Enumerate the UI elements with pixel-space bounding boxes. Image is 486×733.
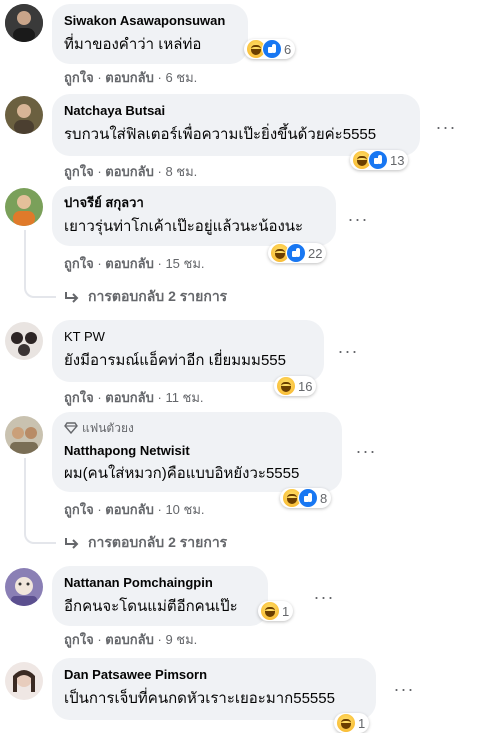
reaction-count: 22	[308, 245, 323, 261]
commenter-name[interactable]: ปาจรีย์ สกุลวา	[64, 194, 324, 211]
like-reaction-icon	[286, 243, 306, 263]
haha-reaction-icon	[276, 376, 296, 396]
comment-bubble: Natchaya Butsai รบกวนใส่ฟิลเตอร์เพื่อควา…	[52, 94, 420, 156]
comment-actions: ถูกใจ · ตอบกลับ · 11 ชม.	[64, 390, 204, 405]
commenter-name[interactable]: Nattanan Pomchaingpin	[64, 574, 256, 591]
avatar-photo	[5, 96, 43, 134]
reaction-summary[interactable]: 13	[350, 150, 409, 170]
comment-bubble: แฟนตัวยง Natthapong Netwisit ผม(คนใส่หมว…	[52, 412, 342, 492]
replies-count-label: การตอบกลับ 2 รายการ	[88, 534, 228, 550]
commenter-name[interactable]: Dan Patsawee Pimsorn	[64, 666, 364, 683]
comment-text: ยังมีอารมณ์แอ็คท่าอีก เยี่ยมมม555	[64, 352, 286, 369]
comment-text: อีกคนจะโดนแม่ตีอีกคนเป๊ะ	[64, 598, 238, 615]
more-options-icon[interactable]: ···	[336, 342, 360, 364]
reply-link[interactable]: ตอบกลับ	[105, 70, 154, 85]
like-reaction-icon	[368, 150, 388, 170]
comment-actions: ถูกใจ · ตอบกลับ · 6 ชม.	[64, 70, 198, 85]
view-replies-button[interactable]: การตอบกลับ 2 รายการ	[64, 532, 227, 554]
reaction-count: 1	[282, 603, 290, 619]
commenter-name[interactable]: Natthapong Netwisit	[64, 442, 330, 459]
haha-reaction-icon	[336, 713, 356, 733]
like-reaction-icon	[298, 488, 318, 508]
diamond-badge-icon	[64, 422, 78, 434]
reaction-summary[interactable]: 8	[280, 488, 332, 508]
badge-label: แฟนตัวยง	[82, 421, 134, 435]
reply-link[interactable]: ตอบกลับ	[105, 164, 154, 179]
replies-count-label: การตอบกลับ 2 รายการ	[88, 288, 228, 304]
more-options-icon[interactable]: ···	[312, 588, 336, 610]
comment-bubble: Siwakon Asawaponsuwan ที่มาของคำว่า เหล่…	[52, 4, 248, 64]
like-link[interactable]: ถูกใจ	[64, 502, 94, 517]
comment-text: รบกวนใส่ฟิลเตอร์เพื่อความเป๊ะยิ่งขึ้นด้ว…	[64, 126, 377, 143]
reply-link[interactable]: ตอบกลับ	[105, 632, 154, 647]
thread-line	[24, 230, 56, 298]
view-replies-button[interactable]: การตอบกลับ 2 รายการ	[64, 286, 227, 308]
avatar[interactable]	[5, 416, 43, 454]
reply-link[interactable]: ตอบกลับ	[105, 390, 154, 405]
comment-actions: ถูกใจ · ตอบกลับ · 8 ชม.	[64, 164, 198, 179]
timestamp[interactable]: 10 ชม.	[165, 502, 204, 517]
like-link[interactable]: ถูกใจ	[64, 164, 94, 179]
comment-text: ที่มาของคำว่า เหล่ท่อ	[64, 36, 202, 53]
commenter-name[interactable]: KT PW	[64, 328, 312, 345]
like-link[interactable]: ถูกใจ	[64, 390, 94, 405]
reaction-summary[interactable]: 22	[268, 243, 327, 263]
avatar-photo	[5, 416, 43, 454]
reaction-summary[interactable]: 1	[258, 601, 294, 621]
like-link[interactable]: ถูกใจ	[64, 256, 94, 271]
reaction-count: 1	[358, 715, 366, 731]
avatar-photo	[5, 4, 43, 42]
avatar[interactable]	[5, 322, 43, 360]
reaction-count: 13	[390, 152, 405, 168]
reaction-summary[interactable]: 6	[244, 39, 296, 59]
avatar-photo	[5, 322, 43, 360]
reply-arrow-icon	[65, 538, 79, 549]
reaction-count: 8	[320, 490, 328, 506]
timestamp[interactable]: 8 ชม.	[165, 164, 197, 179]
avatar[interactable]	[5, 568, 43, 606]
reply-link[interactable]: ตอบกลับ	[105, 502, 154, 517]
more-options-icon[interactable]: ···	[354, 442, 378, 464]
comment-actions: ถูกใจ · ตอบกลับ · 10 ชม.	[64, 502, 205, 517]
more-options-icon[interactable]: ···	[346, 210, 370, 232]
comment-actions: ถูกใจ · ตอบกลับ · 9 ชม.	[64, 632, 198, 647]
timestamp[interactable]: 6 ชม.	[165, 70, 197, 85]
timestamp[interactable]: 15 ชม.	[165, 256, 204, 271]
comment-text: เยาวรุ่นท่าโกเค้าเป๊ะอยู่แล้วนะน้องนะ	[64, 218, 304, 235]
timestamp[interactable]: 9 ชม.	[165, 632, 197, 647]
commenter-name[interactable]: Siwakon Asawaponsuwan	[64, 12, 236, 29]
like-link[interactable]: ถูกใจ	[64, 632, 94, 647]
reaction-summary[interactable]: 1	[334, 713, 370, 733]
avatar[interactable]	[5, 662, 43, 700]
comment-bubble: ปาจรีย์ สกุลวา เยาวรุ่นท่าโกเค้าเป๊ะอยู่…	[52, 186, 336, 246]
comment-bubble: KT PW ยังมีอารมณ์แอ็คท่าอีก เยี่ยมมม555	[52, 320, 324, 382]
top-fan-badge: แฟนตัวยง	[64, 420, 330, 436]
comment-text: ผม(คนใส่หมวก)คือแบบอิหยังวะ5555	[64, 465, 300, 482]
reply-link[interactable]: ตอบกลับ	[105, 256, 154, 271]
haha-reaction-icon	[260, 601, 280, 621]
like-reaction-icon	[262, 39, 282, 59]
timestamp[interactable]: 11 ชม.	[165, 390, 203, 405]
avatar[interactable]	[5, 188, 43, 226]
reaction-summary[interactable]: 16	[274, 376, 317, 396]
avatar-photo	[5, 662, 43, 700]
reaction-count: 6	[284, 41, 292, 57]
commenter-name[interactable]: Natchaya Butsai	[64, 102, 408, 119]
avatar[interactable]	[5, 96, 43, 134]
comment-bubble: Dan Patsawee Pimsorn เป็นการเจ็บที่คนกดห…	[52, 658, 376, 720]
avatar-photo	[5, 568, 43, 606]
avatar-photo	[5, 188, 43, 226]
more-options-icon[interactable]: ···	[434, 118, 458, 140]
reply-arrow-icon	[65, 292, 79, 303]
more-options-icon[interactable]: ···	[392, 680, 416, 702]
like-link[interactable]: ถูกใจ	[64, 70, 94, 85]
reaction-count: 16	[298, 378, 313, 394]
comment-actions: ถูกใจ · ตอบกลับ · 15 ชม.	[64, 256, 205, 271]
avatar[interactable]	[5, 4, 43, 42]
comment-bubble: Nattanan Pomchaingpin อีกคนจะโดนแม่ตีอีก…	[52, 566, 268, 626]
comment-text: เป็นการเจ็บที่คนกดหัวเราะเยอะมาก55555	[64, 690, 335, 707]
